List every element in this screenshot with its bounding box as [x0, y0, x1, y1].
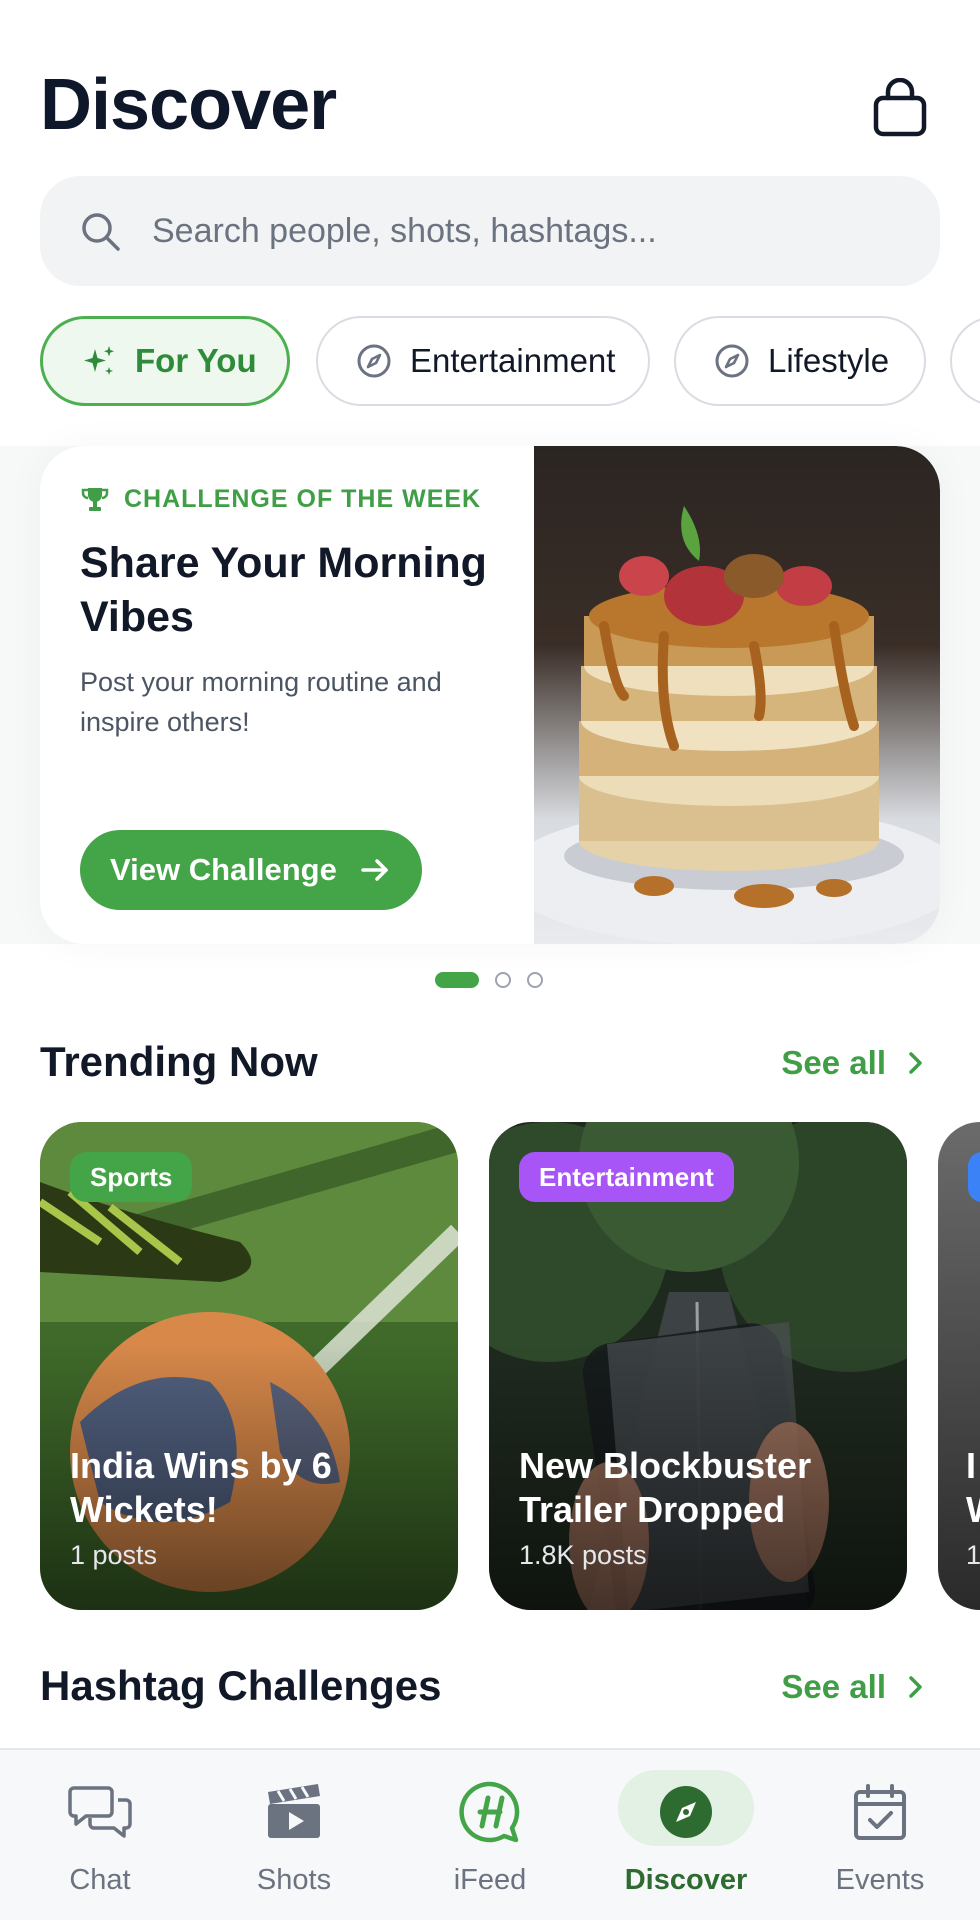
carousel-dot-3[interactable]	[527, 972, 543, 988]
page-title: Discover	[40, 65, 337, 145]
see-all-label: See all	[781, 1044, 886, 1081]
pancakes-image	[534, 446, 940, 944]
challenge-description: Post your morning routine and inspire ot…	[80, 667, 442, 737]
carousel-pagination	[435, 970, 559, 990]
tab-label: Shots	[256, 1864, 332, 1896]
trending-card-entertainment[interactable]: Entertainment New Blockbuster Trailer Dr…	[489, 1122, 907, 1610]
arrow-right-icon	[361, 859, 388, 881]
tab-discover[interactable]: Discover	[588, 1750, 784, 1920]
view-challenge-button[interactable]: View Challenge	[80, 830, 422, 910]
shopping-bag-icon[interactable]	[872, 78, 928, 138]
compass-icon	[357, 344, 391, 378]
tab-ifeed[interactable]: iFeed	[392, 1750, 588, 1920]
category-chips: For You Entertainment Lifestyle	[40, 316, 980, 406]
chip-label: Lifestyle	[768, 342, 890, 379]
chevron-right-icon	[909, 1052, 922, 1074]
trending-card-title: India Wins by 6 Wickets!	[70, 1445, 332, 1530]
category-badge	[968, 1152, 980, 1202]
challenge-card[interactable]: CHALLENGE OF THE WEEK Share Your Morning…	[40, 446, 940, 944]
calendar-check-icon	[854, 1784, 906, 1840]
compass-icon	[660, 1786, 712, 1838]
trending-card-sports[interactable]: Sports India Wins by 6 Wickets! 1 posts	[40, 1122, 458, 1610]
pancakes-illustration	[534, 506, 940, 944]
trending-card-title: New Blockbuster Trailer Dropped	[519, 1445, 812, 1530]
header: Discover	[0, 0, 980, 170]
category-badge: Sports	[70, 1152, 193, 1202]
trending-card-count: 1 posts	[70, 1540, 158, 1570]
challenge-eyebrow: CHALLENGE OF THE WEEK	[80, 484, 481, 514]
carousel-dot-2[interactable]	[495, 972, 511, 988]
trophy-icon	[81, 488, 109, 511]
carousel-dot-1[interactable]	[435, 972, 479, 988]
compass-icon	[715, 344, 749, 378]
ifeed-logo-icon	[459, 1781, 520, 1843]
chevron-right-icon	[909, 1676, 922, 1698]
trending-card-count: 1	[966, 1540, 980, 1570]
search-bar[interactable]	[40, 176, 940, 286]
chip-more[interactable]	[950, 316, 980, 406]
tab-label: iFeed	[453, 1864, 527, 1896]
clapperboard-icon	[268, 1784, 320, 1838]
bottom-tab-bar: Chat Shots iFeed Discover Events	[0, 1748, 980, 1920]
tab-events[interactable]: Events	[782, 1750, 978, 1920]
trending-section-title: Trending Now	[40, 1038, 318, 1085]
trending-see-all-link[interactable]: See all	[781, 1044, 928, 1082]
hashtag-section-title: Hashtag Challenges	[40, 1662, 442, 1709]
search-icon	[82, 213, 120, 251]
tab-label: Chat	[69, 1864, 131, 1896]
challenge-title: Share Your Morning Vibes	[80, 539, 487, 641]
tab-chat[interactable]: Chat	[2, 1750, 198, 1920]
chip-lifestyle[interactable]: Lifestyle	[674, 316, 926, 406]
chip-label: Entertainment	[410, 342, 616, 379]
chat-bubbles-icon	[68, 1786, 132, 1838]
trending-card-music[interactable]: I W 1	[938, 1122, 980, 1610]
hashtag-see-all-link[interactable]: See all	[781, 1668, 928, 1706]
chip-label: For You	[135, 342, 257, 379]
view-challenge-label: View Challenge	[110, 852, 337, 887]
sparkles-icon	[84, 346, 114, 375]
tab-shots[interactable]: Shots	[196, 1750, 392, 1920]
chip-entertainment[interactable]: Entertainment	[316, 316, 650, 406]
trending-card-title: I W	[966, 1445, 980, 1530]
see-all-label: See all	[781, 1668, 886, 1705]
chip-for-you[interactable]: For You	[40, 316, 290, 406]
tab-label: Events	[835, 1864, 925, 1896]
trending-card-count: 1.8K posts	[519, 1540, 647, 1570]
category-badge: Entertainment	[519, 1152, 734, 1202]
tab-label: Discover	[624, 1864, 748, 1896]
challenge-eyebrow-label: CHALLENGE OF THE WEEK	[124, 484, 482, 513]
search-input[interactable]	[152, 211, 912, 251]
